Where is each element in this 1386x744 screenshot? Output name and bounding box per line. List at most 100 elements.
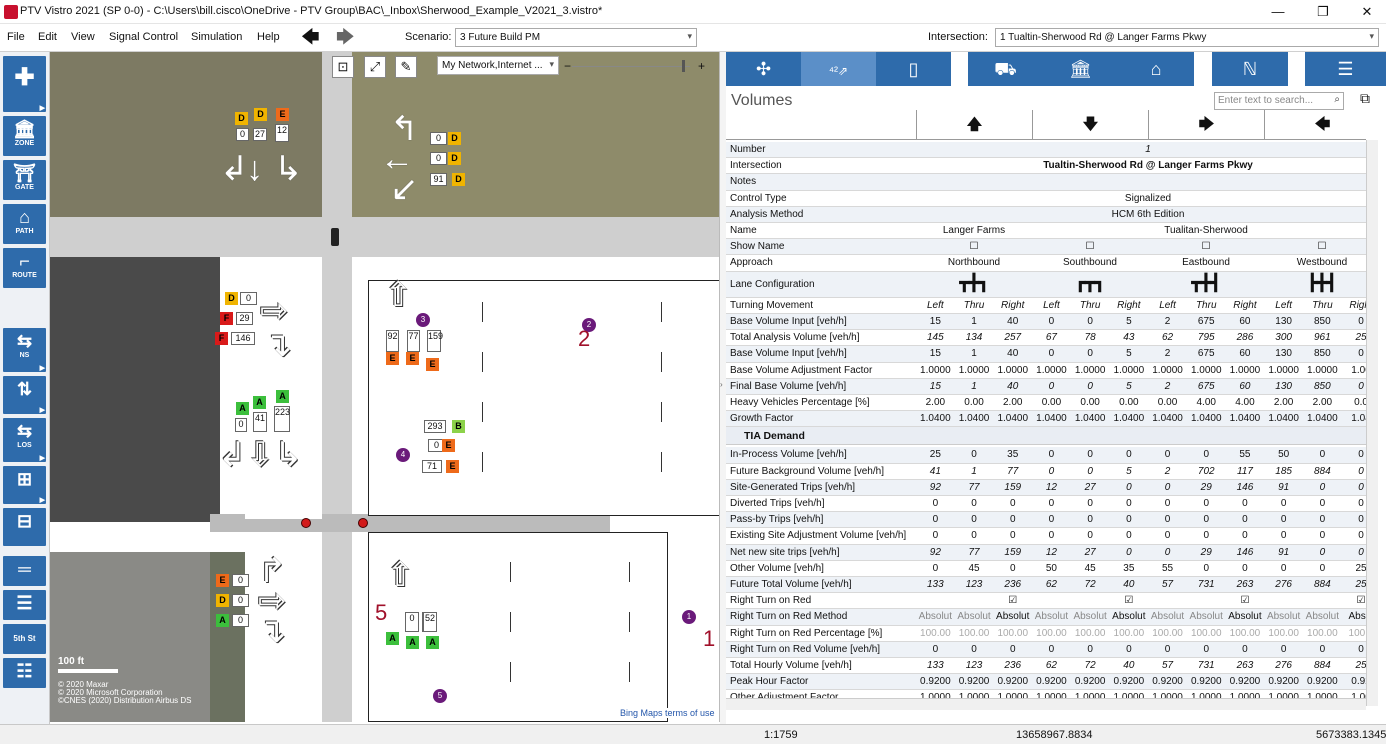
grid-cell[interactable]: Absolut (1303, 611, 1342, 622)
scenario-select[interactable]: 3 Future Build PM ▾ (455, 28, 697, 47)
section-tia-demand[interactable]: TIA Demand (726, 427, 1366, 446)
grid-cell[interactable]: 0.9200 (916, 676, 955, 687)
node-marker[interactable]: 5 (433, 689, 447, 703)
grid-cell[interactable]: 0.00 (1110, 397, 1149, 408)
grid-cell[interactable]: 2.00 (1264, 397, 1303, 408)
maximize-button[interactable]: ❐ (1308, 3, 1338, 21)
grid-cell[interactable]: 0 (955, 644, 994, 655)
grid-cell[interactable]: 0 (1342, 644, 1366, 655)
menu-simulation[interactable]: Simulation (191, 31, 242, 43)
map-layer-select[interactable]: My Network,Internet ... ▾ (437, 56, 559, 75)
grid-cell[interactable]: Absolut (1071, 611, 1110, 622)
grid-cell[interactable]: 0.0 (1342, 397, 1366, 408)
gate-tool-button[interactable]: ⛩ GATE (3, 160, 46, 200)
intersection-tool-button[interactable]: ✚ ▶ (3, 56, 46, 112)
grid-cell[interactable]: 0 (1032, 348, 1071, 359)
add-node-icon[interactable]: ⊡ (332, 56, 354, 78)
grid-cell[interactable]: 0 (1110, 644, 1149, 655)
node-marker[interactable]: 3 (416, 313, 430, 327)
tab-layers[interactable]: ☰ (1305, 52, 1386, 86)
grid-cell[interactable]: 15 (916, 348, 955, 359)
street-name-tool-button[interactable]: 5th St (3, 624, 46, 654)
tab-zones[interactable]: 🏛 (1043, 52, 1118, 86)
grid-cell[interactable]: 100.00 (1148, 628, 1187, 639)
tab-signal[interactable]: ▯ (876, 52, 951, 86)
grid-cell[interactable]: 0 (993, 498, 1032, 509)
row-value[interactable]: Eastbound (1148, 257, 1264, 268)
grid-cell[interactable]: 1.0000 (993, 365, 1032, 376)
grid-cell[interactable]: 0 (1032, 316, 1071, 327)
grid-cell[interactable]: 0 (1187, 644, 1226, 655)
grid-cell[interactable]: 1.0400 (1187, 413, 1226, 424)
grid-cell[interactable]: 100.00 (1226, 628, 1265, 639)
grid-cell[interactable]: 0 (1148, 530, 1187, 541)
grid-cell[interactable]: 0 (916, 530, 955, 541)
grid-cell[interactable]: 0 (1071, 530, 1110, 541)
grid-cell[interactable]: 0.9200 (1264, 676, 1303, 687)
grid-cell[interactable]: 0 (916, 514, 955, 525)
grid-cell[interactable]: 0.9200 (955, 676, 994, 687)
grid-cell[interactable]: 0 (1303, 514, 1342, 525)
grid-cell[interactable]: 0 (1226, 530, 1265, 541)
grid-cell[interactable]: 100.00 (993, 628, 1032, 639)
grid-cell[interactable]: ☑ (1342, 595, 1366, 606)
grid-cell[interactable]: ☑ (1226, 595, 1265, 606)
grid-cell[interactable]: 0 (993, 514, 1032, 525)
signal-tool-button[interactable]: ⊞ ▶ (3, 466, 46, 504)
grid-cell[interactable]: 0 (916, 498, 955, 509)
grid-cell[interactable]: 50 (1032, 563, 1071, 574)
grid-cell[interactable]: 55 (1148, 563, 1187, 574)
grid-cell[interactable]: 0 (1303, 449, 1342, 460)
grid-cell[interactable]: 1.0400 (1226, 413, 1265, 424)
grid-cell[interactable]: 2 (1148, 348, 1187, 359)
grid-cell[interactable]: 0 (1303, 498, 1342, 509)
minimize-button[interactable]: — (1263, 3, 1293, 21)
popout-icon[interactable]: ⧉ (1360, 90, 1370, 107)
grid-cell[interactable]: 0 (1303, 563, 1342, 574)
grid-cell[interactable]: 0.9200 (1226, 676, 1265, 687)
grid-cell[interactable]: 0 (1342, 530, 1366, 541)
grid-cell[interactable]: 45 (955, 563, 994, 574)
approach-tool-button[interactable]: ☰ (3, 590, 46, 620)
grid-cell[interactable]: 0 (1032, 498, 1071, 509)
show-name-checkbox[interactable]: ☐ (916, 241, 1032, 252)
grid-cell[interactable]: 0 (1342, 514, 1366, 525)
grid-cell[interactable]: 0 (1264, 498, 1303, 509)
grid-cell[interactable]: 0 (1264, 644, 1303, 655)
grid-cell[interactable]: 0 (916, 563, 955, 574)
map-canvas[interactable]: ⊡ ⤢ ✎ My Network,Internet ... ▾ − + D D E… (50, 52, 720, 722)
grid-cell[interactable]: 1.0400 (1110, 413, 1149, 424)
grid-cell[interactable]: 100.00 (1187, 628, 1226, 639)
grid-cell[interactable]: 2.00 (1303, 397, 1342, 408)
row-value[interactable]: Northbound (916, 257, 1032, 268)
grid-cell[interactable]: 130 (1264, 316, 1303, 327)
grid-cell[interactable]: 0 (1110, 449, 1149, 460)
grid-cell[interactable]: 1.0000 (1226, 365, 1265, 376)
route-tool-button[interactable]: ⌐ ROUTE (3, 248, 46, 288)
grid-cell[interactable]: 35 (993, 449, 1032, 460)
grid-cell[interactable]: 0 (1071, 514, 1110, 525)
grid-cell[interactable]: 0 (1187, 563, 1226, 574)
grid-cell[interactable]: 0.9200 (1071, 676, 1110, 687)
grid-cell[interactable]: 50 (1264, 449, 1303, 460)
grid-cell[interactable]: Absolut (916, 611, 955, 622)
grid-cell[interactable]: 1.0400 (955, 413, 994, 424)
grid-cell[interactable]: ☑ (993, 595, 1032, 606)
volume-tool-button[interactable]: ⇅ ▶ (3, 376, 46, 414)
grid-cell[interactable]: 675 (1187, 348, 1226, 359)
grid-cell[interactable]: 0 (1071, 498, 1110, 509)
grid-cell[interactable]: 0 (1303, 644, 1342, 655)
row-value[interactable]: Southbound (1032, 257, 1148, 268)
grid-cell[interactable]: 0 (1187, 498, 1226, 509)
grid-cell[interactable]: 35 (1110, 563, 1149, 574)
grid-cell[interactable]: 130 (1264, 348, 1303, 359)
grid-cell[interactable]: 40 (993, 316, 1032, 327)
grid-cell[interactable]: 100.00 (1110, 628, 1149, 639)
grid-cell[interactable]: Absolut (993, 611, 1032, 622)
traffic-signal-icon[interactable] (331, 228, 339, 246)
grid-cell[interactable]: 1.0400 (1032, 413, 1071, 424)
grid-cell[interactable]: 1.00 (1342, 365, 1366, 376)
grid-cell[interactable]: 0 (1264, 514, 1303, 525)
grid-cell[interactable]: 0.00 (1032, 397, 1071, 408)
grid-cell[interactable]: 0.9200 (1303, 676, 1342, 687)
